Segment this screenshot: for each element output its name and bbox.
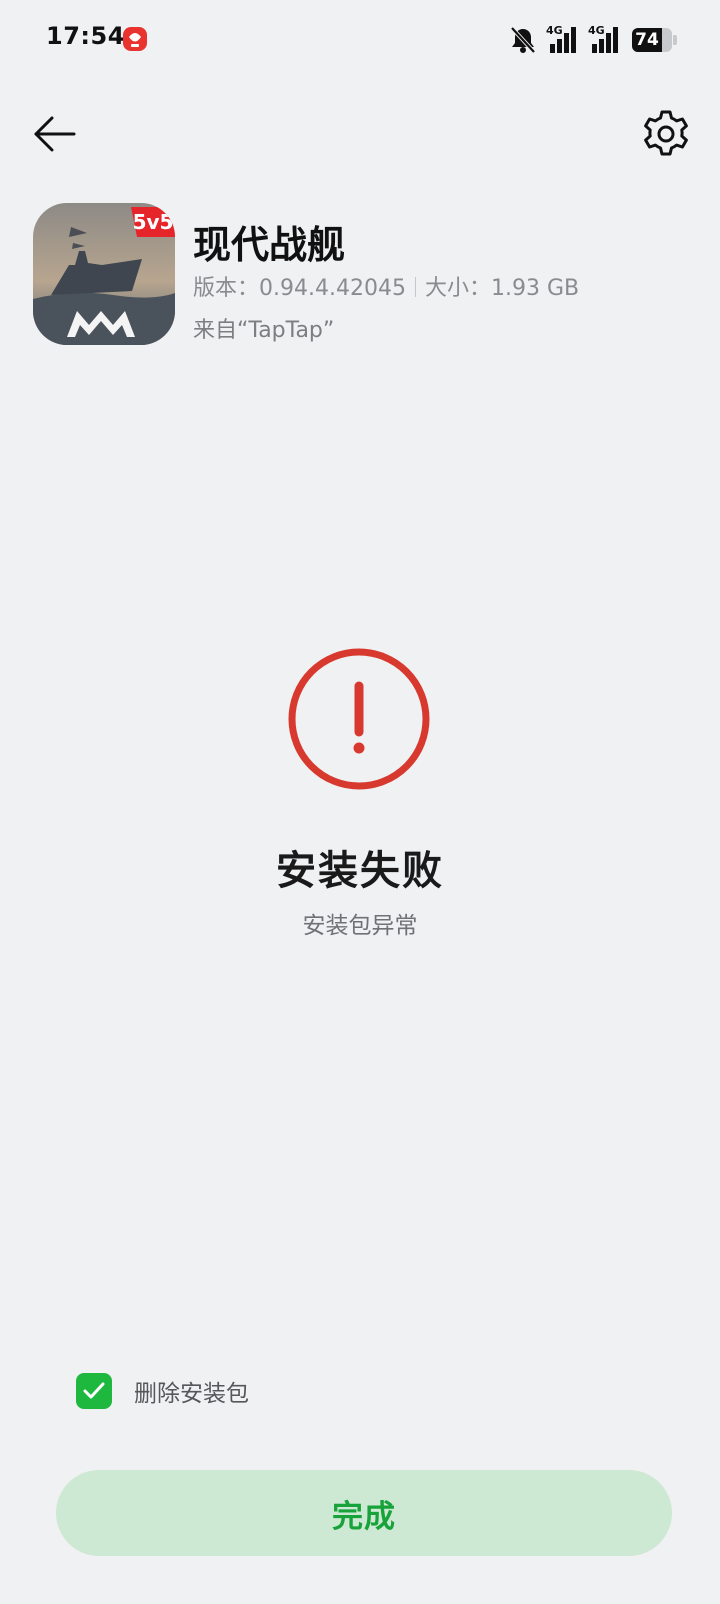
delete-package-label: 删除安装包 [134,1381,249,1407]
checkmark-icon [83,1382,105,1399]
result-subtitle: 安装包异常 [302,913,418,939]
app-icon-badge: 5v5 [133,210,174,234]
app-meta: 版本：0.94.4.42045 大小：1.93 GB [193,270,579,302]
app-source: 来自“TapTap” [193,318,335,343]
battery-level: 74 [635,30,659,50]
settings-button[interactable] [640,108,692,160]
app-name: 现代战舰 [193,223,346,267]
size-label: 大小： [424,276,491,301]
battery-icon: 74 [632,28,678,52]
status-bar: 17:54 4G 4G 74 [0,0,720,80]
result-title: 安装失败 [276,848,444,894]
gear-icon [644,110,688,156]
signal-4g-icon: 4G [546,24,576,53]
signal-4g-icon: 4G [588,24,618,53]
done-button[interactable]: 完成 [56,1470,672,1556]
back-button[interactable] [30,108,82,160]
bell-muted-icon [510,26,536,54]
delete-package-checkbox[interactable] [76,1373,112,1409]
network-label-2: 4G [588,24,605,37]
size-value: 1.93 GB [490,276,580,301]
version-value: 0.94.4.42045 [259,276,406,301]
app-notification-badge-icon [123,27,147,51]
done-button-label: 完成 [332,1498,396,1535]
meta-divider [414,277,416,297]
version-label: 版本： [193,276,260,301]
delete-package-option[interactable]: 删除安装包 [76,1372,249,1410]
network-label-1: 4G [546,24,563,37]
app-icon: 5v5 [33,203,175,345]
status-time: 17:54 [46,22,125,50]
error-exclamation-circle-icon [288,648,430,790]
arrow-left-icon [34,116,76,152]
